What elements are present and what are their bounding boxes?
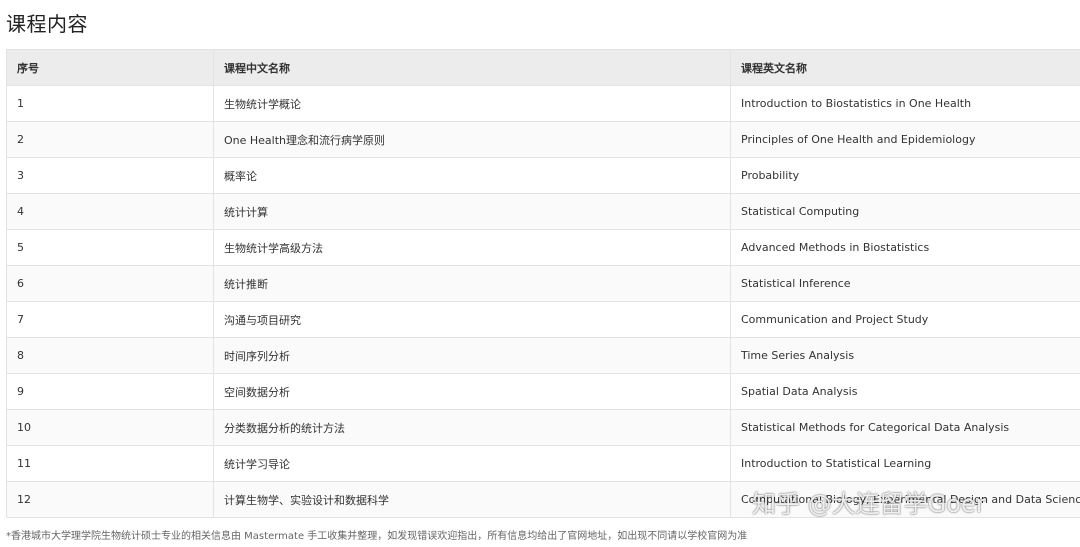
cell-chinese-name: 沟通与项目研究: [213, 301, 731, 338]
cell-english-name: Introduction to Statistical Learning: [730, 445, 1080, 482]
cell-english-name: Principles of One Health and Epidemiolog…: [730, 121, 1080, 158]
table-header-row: 序号 课程中文名称 课程英文名称: [6, 49, 1080, 86]
cell-english-name: Introduction to Biostatistics in One Hea…: [730, 85, 1080, 122]
table-row: 2 One Health理念和流行病学原则 Principles of One …: [6, 121, 1080, 158]
table-row: 5 生物统计学高级方法 Advanced Methods in Biostati…: [6, 229, 1080, 266]
cell-english-name: Time Series Analysis: [730, 337, 1080, 374]
cell-english-name: Communication and Project Study: [730, 301, 1080, 338]
table-row: 6 统计推断 Statistical Inference: [6, 265, 1080, 302]
cell-chinese-name: 空间数据分析: [213, 373, 731, 410]
table-row: 10 分类数据分析的统计方法 Statistical Methods for C…: [6, 409, 1080, 446]
cell-index: 12: [6, 481, 214, 518]
cell-chinese-name: 统计计算: [213, 193, 731, 230]
cell-chinese-name: 统计学习导论: [213, 445, 731, 482]
cell-english-name: Advanced Methods in Biostatistics: [730, 229, 1080, 266]
cell-index: 2: [6, 121, 214, 158]
table-row: 1 生物统计学概论 Introduction to Biostatistics …: [6, 85, 1080, 122]
table-row: 11 统计学习导论 Introduction to Statistical Le…: [6, 445, 1080, 482]
cell-chinese-name: 生物统计学概论: [213, 85, 731, 122]
cell-chinese-name: 分类数据分析的统计方法: [213, 409, 731, 446]
cell-index: 1: [6, 85, 214, 122]
table-row: 7 沟通与项目研究 Communication and Project Stud…: [6, 301, 1080, 338]
cell-index: 8: [6, 337, 214, 374]
cell-index: 10: [6, 409, 214, 446]
cell-index: 4: [6, 193, 214, 230]
cell-chinese-name: 概率论: [213, 157, 731, 194]
cell-chinese-name: 生物统计学高级方法: [213, 229, 731, 266]
table-row: 3 概率论 Probability: [6, 157, 1080, 194]
cell-index: 6: [6, 265, 214, 302]
table-row: 9 空间数据分析 Spatial Data Analysis: [6, 373, 1080, 410]
cell-index: 9: [6, 373, 214, 410]
cell-english-name: Statistical Computing: [730, 193, 1080, 230]
course-table: 序号 课程中文名称 课程英文名称 1 生物统计学概论 Introduction …: [6, 49, 1080, 518]
table-row: 12 计算生物学、实验设计和数据科学 Computational Biology…: [6, 481, 1080, 518]
cell-english-name: Probability: [730, 157, 1080, 194]
cell-chinese-name: 时间序列分析: [213, 337, 731, 374]
header-english-name: 课程英文名称: [730, 49, 1080, 86]
cell-index: 5: [6, 229, 214, 266]
cell-english-name: Statistical Inference: [730, 265, 1080, 302]
table-row: 8 时间序列分析 Time Series Analysis: [6, 337, 1080, 374]
cell-index: 7: [6, 301, 214, 338]
page-title: 课程内容: [6, 12, 88, 36]
cell-index: 3: [6, 157, 214, 194]
cell-english-name: Computational Biology, Experimental Desi…: [730, 481, 1080, 518]
cell-index: 11: [6, 445, 214, 482]
footnote: *香港城市大学理学院生物统计硕士专业的相关信息由 Mastermate 手工收集…: [6, 531, 748, 542]
header-index: 序号: [6, 49, 214, 86]
header-chinese-name: 课程中文名称: [213, 49, 731, 86]
cell-chinese-name: 统计推断: [213, 265, 731, 302]
cell-chinese-name: 计算生物学、实验设计和数据科学: [213, 481, 731, 518]
cell-english-name: Statistical Methods for Categorical Data…: [730, 409, 1080, 446]
cell-english-name: Spatial Data Analysis: [730, 373, 1080, 410]
cell-chinese-name: One Health理念和流行病学原则: [213, 121, 731, 158]
table-row: 4 统计计算 Statistical Computing: [6, 193, 1080, 230]
